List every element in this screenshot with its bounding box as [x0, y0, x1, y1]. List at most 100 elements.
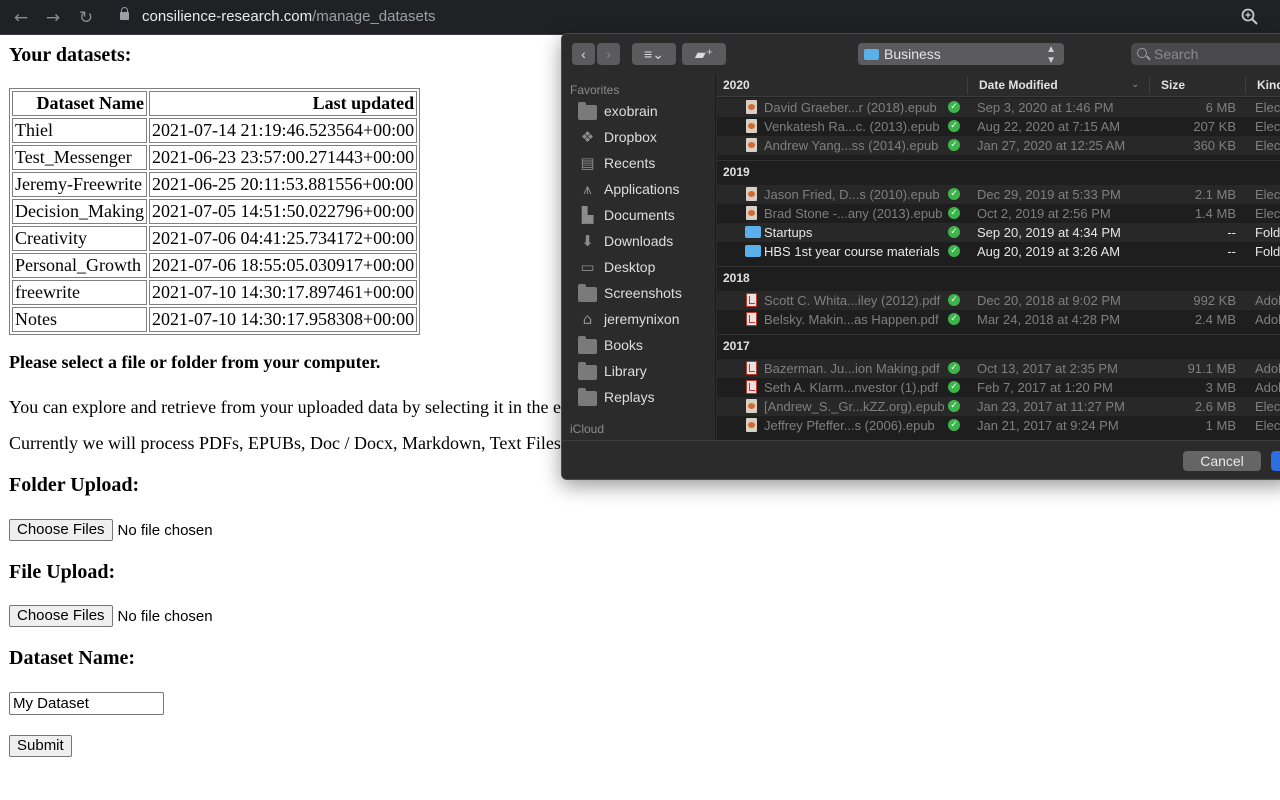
sidebar-item-label: Downloads	[604, 233, 674, 249]
pdf-file-icon	[746, 361, 757, 375]
file-row[interactable]: Andrew Yang...ss (2014).epub ✓ Jan 27, 202…	[717, 136, 1280, 155]
column-header-kind[interactable]: Kind	[1257, 78, 1280, 92]
file-size: 6 MB	[1205, 100, 1236, 115]
file-row[interactable]: Venkatesh Ra...c. (2013).epub ✓ Aug 22, 20…	[717, 117, 1280, 136]
sidebar-item-library[interactable]: Library	[578, 358, 714, 384]
url-text: consilience-research.com/manage_datasets	[142, 8, 436, 25]
open-button[interactable]	[1271, 451, 1280, 471]
column-divider	[967, 77, 968, 94]
epub-file-icon	[746, 100, 757, 114]
url-host: consilience-research.com	[142, 8, 313, 25]
reload-icon[interactable]: ↻	[74, 6, 98, 30]
synced-check-icon: ✓	[948, 362, 960, 374]
synced-check-icon: ✓	[948, 294, 960, 306]
sidebar-item-label: Screenshots	[604, 285, 682, 301]
file-date-modified: Oct 2, 2019 at 2:56 PM	[977, 206, 1111, 221]
dataset-name-cell: Thiel	[12, 118, 147, 143]
table-row: Notes 2021-07-10 14:30:17.958308+00:00	[12, 307, 418, 332]
file-choose-files-button[interactable]: Choose Files	[9, 605, 113, 627]
column-divider	[1245, 77, 1246, 94]
file-kind: Adob	[1255, 312, 1280, 327]
new-folder-button[interactable]: ▰⁺	[682, 43, 726, 65]
address-bar[interactable]: consilience-research.com/manage_datasets	[106, 3, 1266, 32]
table-row: Decision_Making 2021-07-05 14:51:50.02279…	[12, 199, 418, 224]
sidebar-item-downloads[interactable]: ⬇ Downloads	[578, 228, 714, 254]
dialog-back-button[interactable]: ‹	[572, 43, 595, 65]
column-header-name[interactable]: 2020	[723, 78, 750, 92]
chevron-updown-icon: ▲ ▼	[1046, 44, 1056, 66]
file-row[interactable]: Bazerman. Ju...ion Making.pdf ✓ Oct 13, 20…	[717, 359, 1280, 378]
column-header-size[interactable]: Size	[1161, 78, 1185, 92]
location-label: Business	[884, 46, 941, 62]
dataset-name-cell: freewrite	[12, 280, 147, 305]
home-icon: ⌂	[582, 310, 593, 328]
file-row[interactable]: Seth A. Klarm...nvestor (1).pdf ✓ Feb 7, 2…	[717, 378, 1280, 397]
sidebar-item-documents[interactable]: ▙ Documents	[578, 202, 714, 228]
location-popup[interactable]: Business ▲ ▼	[858, 43, 1064, 66]
submit-button[interactable]: Submit	[9, 735, 72, 757]
file-row[interactable]: David Graeber...r (2018).epub ✓ Sep 3, 202…	[717, 98, 1280, 117]
file-size: 2.6 MB	[1194, 399, 1236, 414]
file-picker-dialog: ‹ › ≡⌄ ▰⁺ Business ▲ ▼ Search Favorites e…	[561, 33, 1280, 480]
formats-text: Currently we will process PDFs, EPUBs, D…	[9, 433, 576, 453]
lock-icon	[120, 7, 129, 20]
sidebar-item-dropbox[interactable]: ❖ Dropbox	[578, 124, 714, 150]
file-row[interactable]: Scott C. Whita...iley (2012).pdf ✓ Dec 20,…	[717, 291, 1280, 310]
file-row[interactable]: HBS 1st year course materials ✓ Aug 20, 20…	[717, 242, 1280, 261]
documents-icon: ▙	[581, 206, 594, 224]
file-list-header: 2020 Date Modified ⌄ Size Kind	[717, 74, 1280, 97]
folder-upload-input[interactable]: Choose Files No file chosen	[9, 519, 213, 541]
sidebar-item-exobrain[interactable]: exobrain	[578, 98, 714, 124]
view-options-button[interactable]: ≡⌄	[632, 43, 676, 65]
file-kind: Adob	[1255, 380, 1280, 395]
file-size: 3 MB	[1205, 380, 1236, 395]
file-date-modified: Dec 29, 2019 at 5:33 PM	[977, 187, 1121, 202]
folder-upload-heading: Folder Upload:	[9, 474, 140, 496]
file-row[interactable]: [Andrew_S._Gr...kZZ.org).epub ✓ Jan 23, 20…	[717, 397, 1280, 416]
sidebar-item-replays[interactable]: Replays	[578, 384, 714, 410]
file-row[interactable]: Belsky. Makin...as Happen.pdf ✓ Mar 24, 20…	[717, 310, 1280, 329]
file-kind: Folde	[1255, 225, 1280, 240]
sidebar-item-books[interactable]: Books	[578, 332, 714, 358]
file-size: --	[1227, 225, 1236, 240]
recents-icon: ▤	[580, 154, 595, 172]
file-size: 2.4 MB	[1194, 312, 1236, 327]
back-arrow-icon[interactable]: ←	[9, 6, 33, 30]
file-row[interactable]: Startups ✓ Sep 20, 2019 at 4:34 PM -- Folde	[717, 223, 1280, 242]
sidebar-item-label: Applications	[604, 181, 680, 197]
sidebar-item-desktop[interactable]: ▭ Desktop	[578, 254, 714, 280]
file-row[interactable]: Jason Fried, D...s (2010).epub ✓ Dec 29, 2…	[717, 185, 1280, 204]
list-view-icon: ≡⌄	[644, 46, 664, 62]
dialog-forward-button[interactable]: ›	[597, 43, 620, 65]
dropbox-icon: ❖	[580, 128, 595, 146]
sidebar-item-label: Documents	[604, 207, 675, 223]
file-kind: Elect	[1255, 119, 1280, 134]
dataset-name-input[interactable]	[9, 692, 164, 715]
sidebar-item-applications[interactable]: ⩚ Applications	[578, 176, 714, 202]
column-header-date-modified[interactable]: Date Modified	[979, 78, 1058, 92]
epub-file-icon	[746, 119, 757, 133]
zoom-icon[interactable]	[1241, 8, 1259, 26]
file-name: Belsky. Makin...as Happen.pdf	[764, 312, 939, 327]
sidebar-item-screenshots[interactable]: Screenshots	[578, 280, 714, 306]
dialog-search-field[interactable]: Search	[1131, 43, 1280, 65]
epub-file-icon	[746, 418, 757, 432]
sidebar-item-jeremynixon[interactable]: ⌂ jeremynixon	[578, 306, 714, 332]
forward-arrow-icon[interactable]: →	[41, 6, 65, 30]
file-date-modified: Jan 21, 2017 at 9:24 PM	[977, 418, 1119, 433]
file-kind: Adob	[1255, 293, 1280, 308]
sidebar-item-recents[interactable]: ▤ Recents	[578, 150, 714, 176]
synced-check-icon: ✓	[948, 207, 960, 219]
sidebar-item-label: Recents	[604, 155, 656, 171]
file-name: Scott C. Whita...iley (2012).pdf	[764, 293, 941, 308]
file-list: 2020 Date Modified ⌄ Size Kind David Gra…	[717, 74, 1280, 440]
cancel-button[interactable]: Cancel	[1183, 451, 1261, 471]
file-row[interactable]: Jeffrey Pfeffer...s (2006).epub ✓ Jan 21, …	[717, 416, 1280, 435]
sort-chevron-icon: ⌄	[1131, 79, 1140, 90]
file-row[interactable]: Brad Stone -...any (2013).epub ✓ Oct 2, 20…	[717, 204, 1280, 223]
folder-icon	[864, 49, 879, 60]
folder-choose-files-button[interactable]: Choose Files	[9, 519, 113, 541]
file-name: Andrew Yang...ss (2014).epub	[764, 138, 939, 153]
file-name: [Andrew_S._Gr...kZZ.org).epub	[764, 399, 945, 414]
file-upload-input[interactable]: Choose Files No file chosen	[9, 605, 213, 627]
